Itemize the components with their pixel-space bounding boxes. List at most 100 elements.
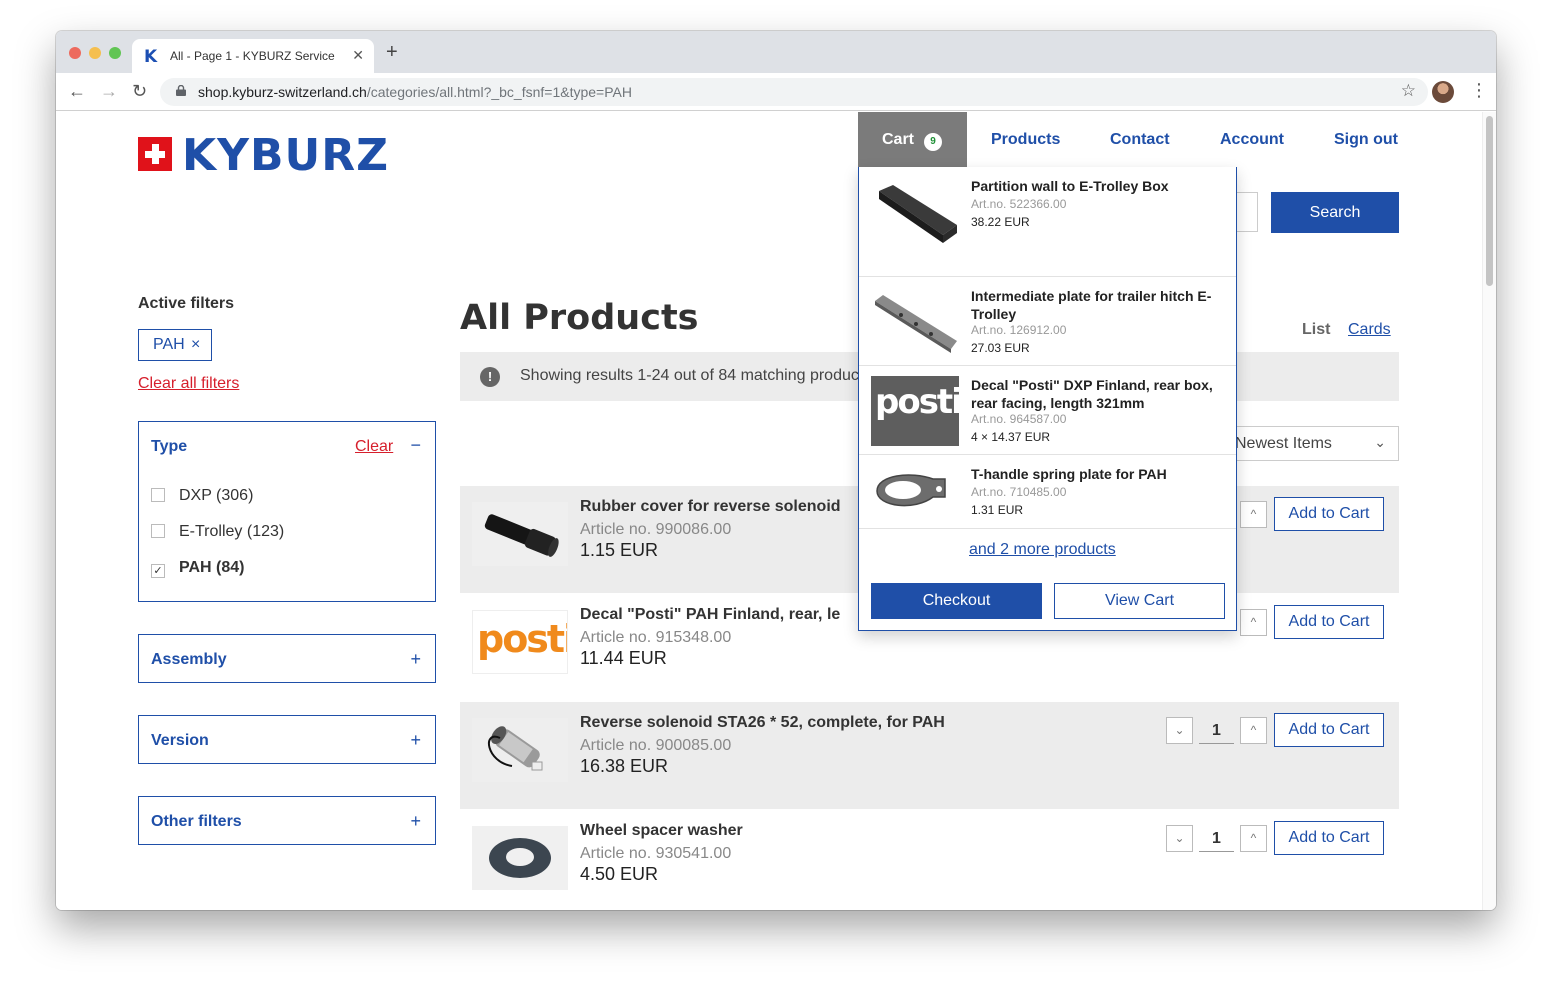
- checkbox[interactable]: [151, 524, 165, 538]
- qty-decrease-button[interactable]: ⌄: [1166, 717, 1193, 744]
- add-to-cart-button[interactable]: Add to Cart: [1274, 713, 1384, 747]
- lock-icon: [176, 85, 186, 96]
- tab-close-icon[interactable]: ✕: [352, 47, 364, 64]
- nav-account[interactable]: Account: [1220, 131, 1284, 149]
- facet-option-e-trolley[interactable]: E-Trolley (123): [151, 523, 284, 541]
- cart-item-price: 38.22 EUR: [971, 215, 1030, 229]
- product-name[interactable]: Wheel spacer washer: [580, 822, 743, 840]
- option-label: E-Trolley (123): [179, 523, 285, 540]
- address-bar[interactable]: shop.kyburz-switzerland.ch/categories/al…: [160, 78, 1428, 106]
- product-price: 16.38 EUR: [580, 756, 669, 776]
- product-price: 4.50 EUR: [580, 864, 659, 884]
- cart-item[interactable]: T-handle spring plate for PAH Art.no. 71…: [859, 455, 1236, 529]
- view-cart-button[interactable]: View Cart: [1054, 583, 1225, 619]
- nav-products[interactable]: Products: [991, 131, 1060, 149]
- qty-increase-button[interactable]: ^: [1240, 825, 1267, 852]
- remove-filter-icon[interactable]: ×: [191, 330, 200, 360]
- expand-plus-icon[interactable]: +: [410, 649, 421, 670]
- cart-item-image: [871, 287, 959, 357]
- info-exclamation-icon: !: [480, 367, 500, 387]
- collapse-minus-icon[interactable]: −: [410, 435, 421, 456]
- checkbox-checked[interactable]: ✓: [151, 564, 165, 578]
- sort-value: Newest Items: [1235, 435, 1332, 452]
- cart-item-name: Intermediate plate for trailer hitch E-T…: [971, 288, 1212, 322]
- expand-plus-icon[interactable]: +: [410, 811, 421, 832]
- facet-other-filters[interactable]: Other filters +: [138, 796, 436, 845]
- search-button[interactable]: Search: [1271, 192, 1399, 233]
- checkout-button[interactable]: Checkout: [871, 583, 1042, 619]
- facet-option-dxp[interactable]: DXP (306): [151, 487, 253, 505]
- product-image-posti-decal[interactable]: posti: [472, 610, 568, 674]
- tab-title: All - Page 1 - KYBURZ Service: [170, 49, 335, 63]
- chevron-down-icon: ⌄: [1374, 434, 1386, 450]
- view-cards-toggle[interactable]: Cards: [1348, 321, 1391, 339]
- qty-decrease-button[interactable]: ⌄: [1166, 825, 1193, 852]
- cart-item-article: Art.no. 710485.00: [971, 485, 1067, 499]
- qty-increase-button[interactable]: ^: [1240, 717, 1267, 744]
- facet-assembly-title: Assembly: [151, 651, 227, 668]
- reload-icon[interactable]: ↻: [132, 81, 147, 101]
- product-image-reverse-solenoid[interactable]: [472, 718, 568, 782]
- web-page: KYBURZ Cart 9 Products Contact Account S…: [56, 112, 1482, 910]
- clear-all-filters-link[interactable]: Clear all filters: [138, 375, 239, 393]
- expand-plus-icon[interactable]: +: [410, 730, 421, 751]
- cart-nav-item[interactable]: Cart 9: [858, 112, 967, 167]
- cart-item-price: 1.31 EUR: [971, 503, 1024, 517]
- facet-type-clear[interactable]: Clear: [355, 438, 393, 456]
- nav-sign-out[interactable]: Sign out: [1334, 131, 1398, 149]
- quantity-input[interactable]: 1: [1199, 717, 1234, 744]
- add-to-cart-button[interactable]: Add to Cart: [1274, 821, 1384, 855]
- facet-assembly[interactable]: Assembly +: [138, 634, 436, 683]
- cart-item[interactable]: posti Decal "Posti" DXP Finland, rear bo…: [859, 366, 1236, 455]
- page-scrollbar[interactable]: [1482, 112, 1496, 910]
- product-image-wheel-spacer[interactable]: [472, 826, 568, 890]
- cart-item[interactable]: Intermediate plate for trailer hitch E-T…: [859, 277, 1236, 366]
- add-to-cart-button[interactable]: Add to Cart: [1274, 497, 1384, 531]
- browser-menu-icon[interactable]: ⋮: [1470, 79, 1488, 101]
- cart-item[interactable]: Partition wall to E-Trolley Box Art.no. …: [859, 167, 1236, 277]
- facet-version-title: Version: [151, 732, 209, 749]
- quantity-input[interactable]: 1: [1199, 825, 1234, 852]
- more-products-link[interactable]: and 2 more products: [969, 541, 1116, 559]
- bookmark-star-icon[interactable]: ☆: [1401, 81, 1416, 101]
- browser-tab[interactable]: K All - Page 1 - KYBURZ Service ✕: [132, 39, 374, 73]
- active-filter-chip[interactable]: PAH ×: [138, 329, 212, 361]
- back-arrow-icon[interactable]: ←: [68, 81, 86, 101]
- posti-logo-text: posti: [477, 617, 568, 661]
- product-image-rubber-cover[interactable]: [472, 502, 568, 566]
- option-label: DXP (306): [179, 487, 254, 504]
- facet-option-pah[interactable]: ✓ PAH (84): [151, 559, 245, 578]
- nav-contact[interactable]: Contact: [1110, 131, 1170, 149]
- profile-avatar[interactable]: [1432, 81, 1454, 103]
- kyburz-favicon-icon: K: [144, 47, 158, 67]
- sort-select[interactable]: Newest Items ⌄: [1222, 426, 1399, 461]
- checkbox[interactable]: [151, 488, 165, 502]
- facet-version[interactable]: Version +: [138, 715, 436, 764]
- cart-item-price: 4 × 14.37 EUR: [971, 430, 1051, 444]
- results-count-text: Showing results 1-24 out of 84 matching …: [520, 367, 872, 384]
- product-article: Article no. 915348.00: [580, 629, 732, 646]
- minimize-window-icon[interactable]: [89, 47, 101, 59]
- add-to-cart-button[interactable]: Add to Cart: [1274, 605, 1384, 639]
- scrollbar-thumb[interactable]: [1486, 116, 1493, 286]
- new-tab-icon[interactable]: +: [386, 42, 398, 62]
- product-name[interactable]: Rubber cover for reverse solenoid: [580, 498, 841, 516]
- close-window-icon[interactable]: [69, 47, 81, 59]
- browser-toolbar: ← → ↻ shop.kyburz-switzerland.ch/categor…: [56, 73, 1496, 111]
- product-price: 11.44 EUR: [580, 648, 667, 668]
- product-name[interactable]: Reverse solenoid STA26 * 52, complete, f…: [580, 714, 945, 732]
- facet-type-title[interactable]: Type: [151, 438, 187, 456]
- product-name[interactable]: Decal "Posti" PAH Finland, rear, le: [580, 606, 840, 624]
- product-article: Article no. 930541.00: [580, 845, 732, 862]
- cart-item-article: Art.no. 126912.00: [971, 323, 1067, 337]
- qty-increase-button[interactable]: ^: [1240, 501, 1267, 528]
- cart-item-name: T-handle spring plate for PAH: [971, 466, 1167, 482]
- view-list-toggle[interactable]: List: [1302, 321, 1330, 339]
- browser-window: K All - Page 1 - KYBURZ Service ✕ + ← → …: [56, 31, 1496, 910]
- qty-increase-button[interactable]: ^: [1240, 609, 1267, 636]
- forward-arrow-icon[interactable]: →: [100, 81, 118, 101]
- facet-type: Type Clear − DXP (306) E-Trolley (123) ✓…: [138, 421, 436, 602]
- chip-label: PAH: [153, 336, 185, 353]
- maximize-window-icon[interactable]: [109, 47, 121, 59]
- cart-dropdown: Partition wall to E-Trolley Box Art.no. …: [858, 167, 1237, 631]
